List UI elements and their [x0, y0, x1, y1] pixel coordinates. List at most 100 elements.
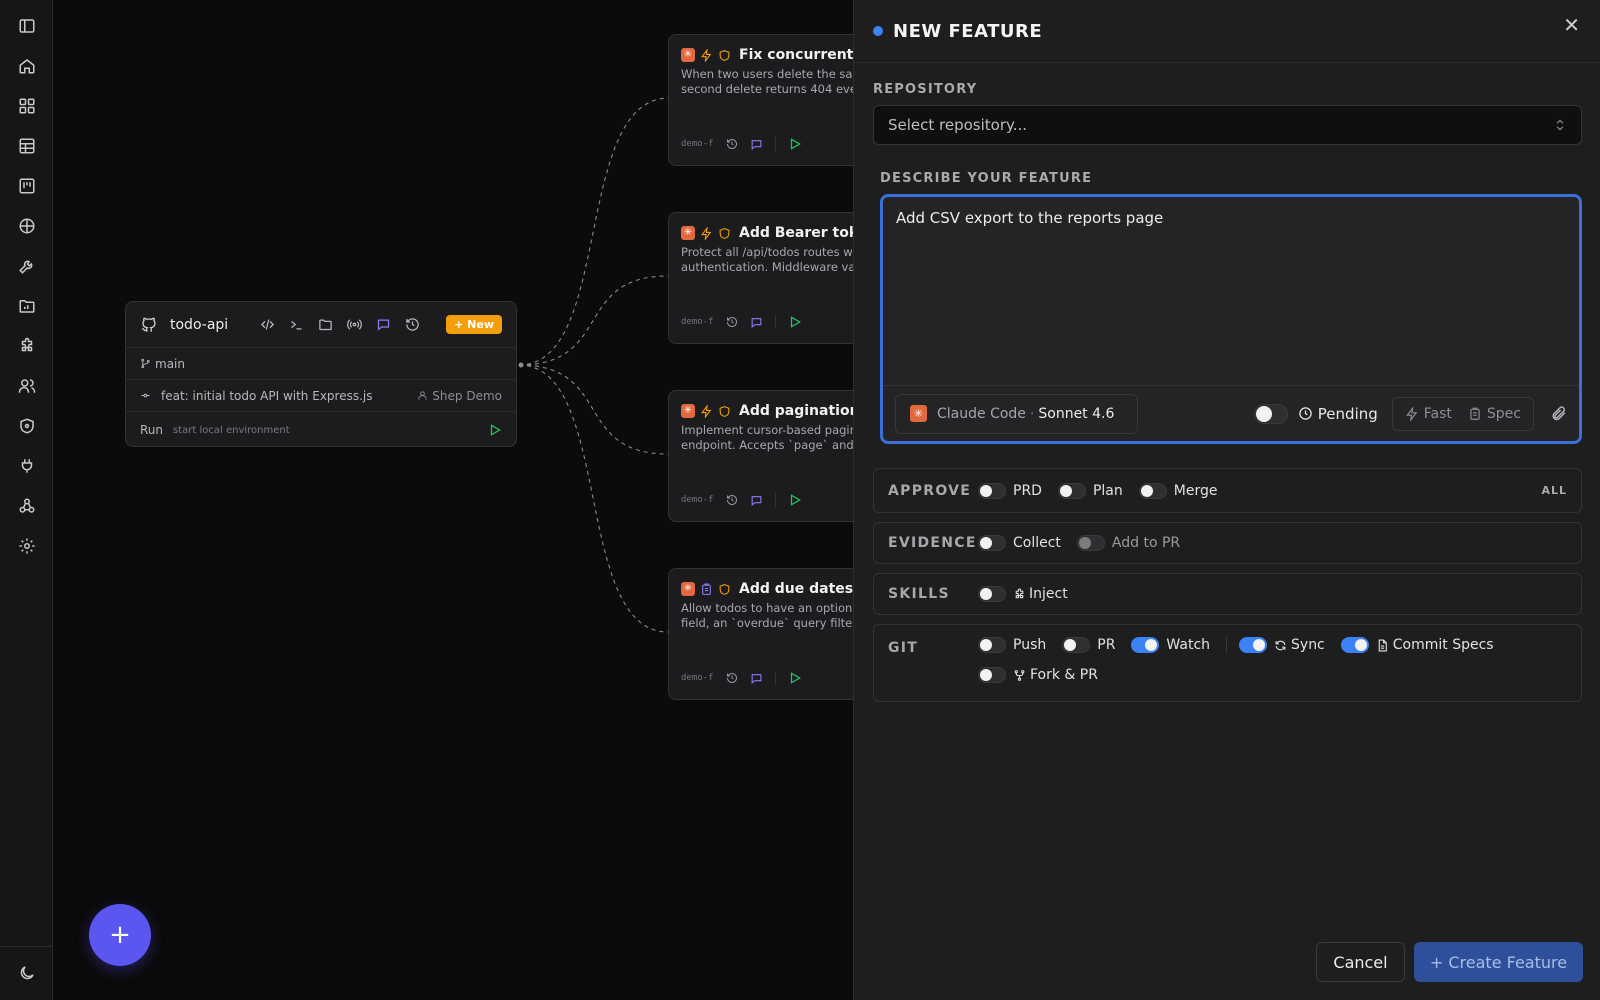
sidebar-toggle-icon[interactable] — [16, 15, 38, 37]
history-icon[interactable] — [726, 494, 738, 506]
branch-name: main — [155, 356, 185, 371]
play-icon[interactable] — [788, 137, 802, 151]
plan-toggle[interactable] — [1057, 482, 1086, 499]
brain-icon[interactable] — [16, 215, 38, 237]
history-icon[interactable] — [726, 316, 738, 328]
feature-card[interactable]: ✳ Add due dates t Allow todos to have an… — [668, 568, 853, 700]
add-button[interactable]: + — [89, 904, 151, 966]
divider — [774, 315, 776, 329]
play-icon[interactable] — [488, 423, 502, 437]
collect-label: Collect — [1013, 535, 1061, 551]
folder-chart-icon[interactable] — [16, 295, 38, 317]
chat-icon[interactable] — [750, 672, 763, 685]
paperclip-icon[interactable] — [1550, 405, 1567, 422]
history-icon[interactable] — [726, 672, 738, 684]
feature-tag: demo-f — [681, 139, 714, 149]
feature-tag: demo-f — [681, 673, 714, 683]
feature-description: endpoint. Accepts `page` and — [681, 438, 853, 452]
fast-mode-button[interactable]: Fast — [1405, 406, 1452, 422]
new-feature-button[interactable]: + New — [446, 315, 502, 334]
users-icon[interactable] — [16, 375, 38, 397]
description-textarea[interactable]: Add CSV export to the reports page ✳ Cla… — [880, 194, 1582, 444]
bolt-icon — [700, 48, 713, 62]
table-icon[interactable] — [16, 135, 38, 157]
grid-icon[interactable] — [16, 95, 38, 117]
play-icon[interactable] — [788, 315, 802, 329]
gear-icon[interactable] — [16, 535, 38, 557]
agent-name: Claude Code — [937, 405, 1026, 422]
history-icon[interactable] — [726, 138, 738, 150]
git-label: GIT — [888, 640, 919, 656]
prd-label: PRD — [1013, 482, 1042, 499]
push-toggle[interactable] — [978, 637, 1006, 653]
feature-title: Add pagination — [739, 403, 853, 419]
feature-card[interactable]: ✳ Add pagination Implement cursor-based … — [668, 390, 853, 522]
prd-toggle[interactable] — [978, 482, 1006, 499]
terminal-icon[interactable] — [289, 317, 304, 332]
feature-title: Fix concurrent d — [739, 47, 853, 63]
fast-label: Fast — [1423, 405, 1452, 422]
puzzle-icon — [1013, 588, 1026, 601]
collect-toggle[interactable] — [978, 535, 1006, 551]
history-icon[interactable] — [405, 317, 420, 332]
home-icon[interactable] — [16, 55, 38, 77]
description-text[interactable]: Add CSV export to the reports page — [883, 197, 1579, 239]
claude-icon: ✳ — [681, 582, 695, 596]
repo-node[interactable]: todo-api + New main feat: initial todo A… — [125, 301, 517, 447]
refresh-icon — [1274, 639, 1287, 652]
chat-icon[interactable] — [376, 317, 391, 332]
moon-icon[interactable] — [16, 962, 38, 984]
spec-mode-button[interactable]: Spec — [1468, 406, 1521, 422]
panel-title: NEW FEATURE — [893, 20, 1043, 42]
play-icon[interactable] — [788, 493, 802, 507]
shield-icon[interactable] — [16, 415, 38, 437]
watch-toggle[interactable] — [1131, 637, 1160, 653]
fork-pr-label: Fork & PR — [1030, 667, 1098, 683]
canvas[interactable]: todo-api + New main feat: initial todo A… — [53, 0, 853, 1000]
cancel-button[interactable]: Cancel — [1316, 942, 1405, 982]
play-icon[interactable] — [788, 671, 802, 685]
model-selector[interactable]: ✳ Claude Code · Sonnet 4.6 — [895, 393, 1138, 434]
chat-icon[interactable] — [750, 138, 763, 151]
code-icon[interactable] — [260, 317, 275, 332]
broadcast-icon[interactable] — [347, 317, 363, 332]
pending-toggle[interactable] — [1253, 403, 1288, 424]
repository-label: REPOSITORY — [873, 82, 978, 97]
pr-toggle[interactable] — [1062, 637, 1091, 653]
branch-icon — [140, 358, 151, 369]
feature-card[interactable]: ✳ Fix concurrent d When two users delete… — [668, 34, 853, 166]
create-feature-button[interactable]: + Create Feature — [1414, 942, 1583, 982]
divider — [1226, 637, 1228, 653]
board-icon[interactable] — [16, 175, 38, 197]
fork-pr-toggle[interactable] — [978, 667, 1006, 683]
close-icon[interactable]: ✕ — [1563, 13, 1580, 37]
sync-toggle[interactable] — [1239, 637, 1268, 653]
merge-label: Merge — [1173, 482, 1218, 499]
claude-icon: ✳ — [681, 226, 695, 240]
feature-description: Protect all /api/todos routes wi — [681, 245, 853, 259]
wrench-icon[interactable] — [16, 255, 38, 277]
commit-author: Shep Demo — [432, 388, 502, 403]
puzzle-icon[interactable] — [16, 335, 38, 357]
skills-row: SKILLS Inject — [873, 573, 1582, 615]
separator-dot: · — [1029, 405, 1035, 422]
chat-icon[interactable] — [750, 494, 763, 507]
chat-icon[interactable] — [750, 316, 763, 329]
approve-label: APPROVE — [888, 482, 972, 499]
commit-specs-label: Commit Specs — [1392, 637, 1494, 653]
folder-icon[interactable] — [318, 317, 333, 332]
inject-toggle[interactable] — [978, 586, 1006, 602]
repository-select[interactable]: Select repository... — [873, 105, 1582, 145]
plug-icon[interactable] — [16, 455, 38, 477]
add-to-pr-toggle[interactable] — [1076, 535, 1105, 551]
feature-card[interactable]: ✳ Add Bearer toke Protect all /api/todos… — [668, 212, 853, 344]
new-feature-panel: NEW FEATURE ✕ REPOSITORY Select reposito… — [853, 0, 1600, 1000]
spec-label: Spec — [1486, 405, 1521, 422]
commit-specs-toggle[interactable] — [1340, 637, 1369, 653]
rail-divider — [0, 946, 53, 947]
approve-all-button[interactable]: ALL — [1541, 484, 1567, 497]
merge-toggle[interactable] — [1138, 482, 1167, 499]
webhook-icon[interactable] — [16, 495, 38, 517]
feature-title: Add Bearer toke — [739, 225, 853, 241]
shield-small-icon — [718, 49, 731, 62]
